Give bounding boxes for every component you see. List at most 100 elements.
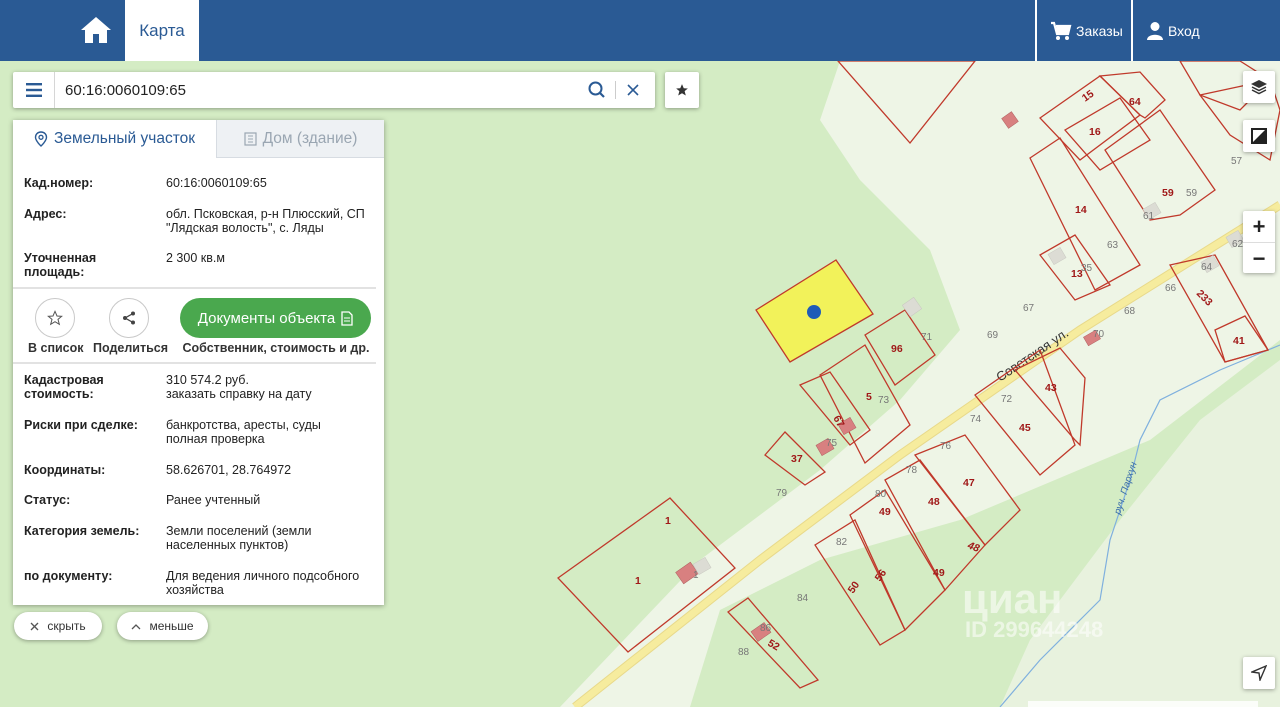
cadastral-number-link[interactable]: 60:16:0060109:65 xyxy=(166,176,376,190)
house-number: 64 xyxy=(1201,262,1213,273)
parcel-label: 43 xyxy=(1045,382,1057,394)
zoom-controls: + − xyxy=(1243,211,1275,273)
search-input[interactable] xyxy=(65,72,575,108)
tab-building[interactable]: Дом (здание) xyxy=(216,120,384,158)
add-to-list-label: В список xyxy=(28,341,84,355)
hide-label: скрыть xyxy=(47,619,86,633)
orders-label: Заказы xyxy=(1076,22,1123,39)
ruler-icon xyxy=(1251,128,1267,144)
favorites-button[interactable] xyxy=(665,72,699,108)
user-icon xyxy=(1147,21,1163,40)
divider xyxy=(13,362,376,364)
field-label: Уточненная площадь: xyxy=(24,251,97,279)
orders-button[interactable]: Заказы xyxy=(1050,0,1123,61)
add-to-list-button[interactable] xyxy=(35,298,75,338)
parcel-label: 48 xyxy=(928,496,940,508)
house-number: 67 xyxy=(1023,303,1035,314)
login-label: Вход xyxy=(1168,22,1200,39)
parcel-label: 47 xyxy=(963,477,975,489)
location-marker[interactable] xyxy=(807,305,821,319)
field-value: Ранее учтенный xyxy=(166,493,261,507)
field-value: банкротства, аресты, суды xyxy=(166,418,321,432)
documents-label: Документы объекта xyxy=(197,309,336,327)
home-icon xyxy=(81,17,111,43)
tab-label: Земельный участок xyxy=(53,130,196,147)
order-certificate-link[interactable]: заказать справку на дату xyxy=(166,387,376,401)
full-check-link[interactable]: полная проверка xyxy=(166,432,376,446)
house-number: 63 xyxy=(1107,240,1119,251)
zoom-out-button[interactable]: − xyxy=(1243,243,1275,274)
star-outline-icon xyxy=(47,310,63,326)
parcel-label: 5 xyxy=(866,391,872,403)
house-number: 84 xyxy=(797,593,809,604)
parcel-label: 96 xyxy=(891,343,903,355)
house-number: 1 xyxy=(693,570,699,581)
parcel-label: 1 xyxy=(665,515,671,527)
parcel-label: 1 xyxy=(635,575,641,587)
less-button[interactable]: меньше xyxy=(117,612,208,640)
house-number: 66 xyxy=(1165,283,1177,294)
star-icon xyxy=(676,84,688,96)
house-number: 57 xyxy=(1231,156,1243,167)
parcel-label: 37 xyxy=(791,453,803,465)
house-number: 70 xyxy=(1093,329,1105,340)
house-number: 69 xyxy=(987,330,999,341)
document-icon xyxy=(341,310,353,326)
house-number: 62 xyxy=(1232,239,1244,250)
menu-button[interactable] xyxy=(13,72,55,108)
close-icon xyxy=(627,84,639,96)
house-number: 78 xyxy=(906,465,918,476)
house-number: 75 xyxy=(826,438,838,449)
measure-button[interactable] xyxy=(1243,120,1275,152)
login-button[interactable]: Вход xyxy=(1146,0,1200,61)
field-value: 58.626701, 28.764972 xyxy=(166,463,292,477)
parcel-info-panel: Земельный участок Дом (здание) Кад.номер… xyxy=(13,120,384,605)
house-number: 80 xyxy=(875,489,887,500)
divider xyxy=(1131,0,1133,61)
tab-map[interactable]: Карта xyxy=(125,0,199,61)
search-bar xyxy=(13,72,655,108)
field-value: 2 300 кв.м xyxy=(166,251,225,265)
house-number: 68 xyxy=(1124,306,1136,317)
house-number: 76 xyxy=(940,441,952,452)
top-navbar: Карта Заказы Вход xyxy=(0,0,1280,61)
house-number: 35 xyxy=(1081,263,1093,274)
documents-sublabel: Собственник, стоимость и др. xyxy=(182,341,370,355)
clear-button[interactable] xyxy=(623,80,643,100)
navigation-arrow-icon xyxy=(1251,665,1267,681)
field-label: Координаты: xyxy=(24,463,106,477)
share-button[interactable] xyxy=(109,298,149,338)
attribution-bar xyxy=(1028,701,1258,707)
divider xyxy=(1035,0,1037,61)
field-label: Кад.номер: xyxy=(24,176,94,190)
map-pin-icon xyxy=(34,131,48,147)
home-button[interactable] xyxy=(70,8,122,52)
geolocate-button[interactable] xyxy=(1243,657,1275,689)
house-number: 72 xyxy=(1001,394,1013,405)
field-value: обл. Псковская, р-н Плюсский, СП "Лядска… xyxy=(166,207,365,235)
tab-land-plot[interactable]: Земельный участок xyxy=(13,120,216,158)
watermark: циан xyxy=(962,575,1063,622)
parcel-label: 45 xyxy=(1019,422,1031,434)
house-number: 59 xyxy=(1186,188,1198,199)
layers-button[interactable] xyxy=(1243,71,1275,103)
documents-button[interactable]: Документы объекта xyxy=(180,298,371,338)
parcel-label: 59 xyxy=(1162,187,1174,199)
hide-button[interactable]: скрыть xyxy=(14,612,102,640)
field-label: Риски при сделке: xyxy=(24,418,138,432)
tab-label: Дом (здание) xyxy=(262,129,358,147)
share-label: Поделиться xyxy=(93,341,169,355)
parcel-label: 49 xyxy=(933,567,945,579)
zoom-in-button[interactable]: + xyxy=(1243,211,1275,243)
field-label: Кадастровая стоимость: xyxy=(24,373,104,401)
house-number: 61 xyxy=(1143,211,1155,222)
divider xyxy=(615,81,616,99)
search-icon[interactable] xyxy=(587,80,607,100)
close-icon xyxy=(30,622,39,630)
house-number: 88 xyxy=(738,647,750,658)
building-icon xyxy=(243,131,257,146)
field-value: 310 574.2 руб. xyxy=(166,373,249,387)
divider xyxy=(13,287,376,289)
house-number: 73 xyxy=(878,395,890,406)
layers-icon xyxy=(1251,80,1267,95)
